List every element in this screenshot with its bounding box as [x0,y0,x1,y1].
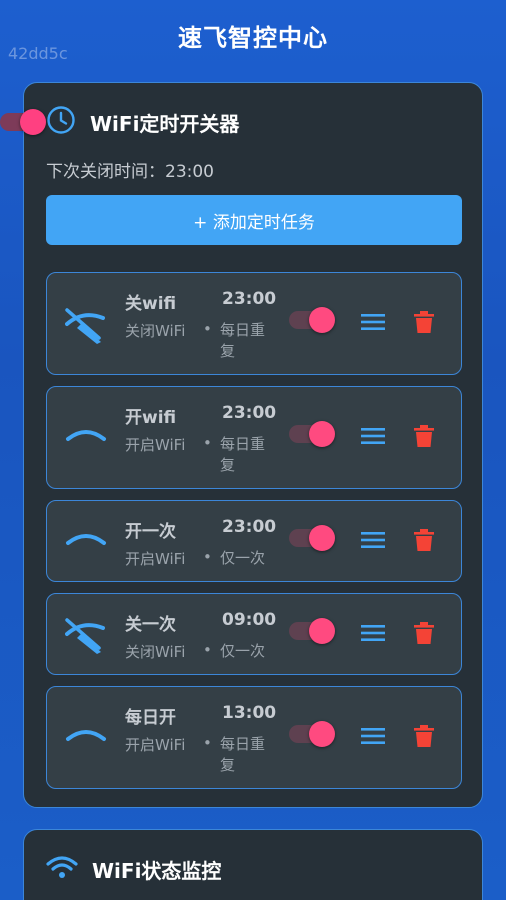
task-item[interactable]: 每日开 13:00 开启WiFi • 每日重复 [46,686,462,789]
monitor-card-title: WiFi状态监控 [92,858,222,883]
separator-dot: • [203,734,212,752]
task-enable-toggle[interactable] [289,721,335,747]
master-timer-toggle[interactable] [0,109,46,135]
wifi-on-icon [65,527,107,555]
drag-handle-icon[interactable] [361,531,385,553]
task-enable-toggle[interactable] [289,307,335,333]
task-repeat: 仅一次 [220,549,266,567]
drag-handle-icon[interactable] [361,313,385,335]
wifi-on-icon [65,423,107,451]
task-item[interactable]: 开wifi 23:00 开启WiFi • 每日重复 [46,386,462,489]
task-repeat: 每日重复 [220,321,266,360]
task-action: 开启WiFi [125,736,186,754]
wifi-icon [46,854,78,884]
separator-dot: • [203,548,212,566]
task-item[interactable]: 关wifi 23:00 关闭WiFi • 每日重复 [46,272,462,375]
separator-dot: • [203,641,212,659]
wifi-on-icon [65,723,107,751]
task-action: 关闭WiFi [125,643,186,661]
clock-icon [46,105,76,139]
monitor-card-header: WiFi状态监控 [46,854,221,884]
delete-icon[interactable] [414,311,434,337]
delete-icon[interactable] [414,529,434,555]
separator-dot: • [203,434,212,452]
task-repeat: 仅一次 [220,642,266,660]
task-item[interactable]: 关一次 09:00 关闭WiFi • 仅一次 [46,593,462,675]
task-time: 09:00 [222,610,277,630]
add-timer-task-button[interactable]: + 添加定时任务 [46,195,462,245]
delete-icon[interactable] [414,725,434,751]
task-name: 关一次 [125,615,176,635]
task-name: 开一次 [125,522,176,542]
wifi-off-icon [65,616,107,660]
watermark-text: 42dd5c [8,44,68,63]
task-repeat: 每日重复 [220,435,266,474]
task-time: 23:00 [222,289,277,309]
task-action: 开启WiFi [125,436,186,454]
task-name: 关wifi [125,294,177,314]
task-enable-toggle[interactable] [289,421,335,447]
drag-handle-icon[interactable] [361,427,385,449]
separator-dot: • [203,320,212,338]
task-action: 开启WiFi [125,550,186,568]
drag-handle-icon[interactable] [361,727,385,749]
wifi-timer-card: WiFi定时开关器 下次关闭时间：23:00 + 添加定时任务 关wifi 23… [0,82,483,808]
wifi-off-icon [65,306,107,350]
task-name: 每日开 [125,708,176,728]
timer-card-header: WiFi定时开关器 [46,105,239,139]
task-time: 23:00 [222,517,277,537]
next-close-label: 下次关闭时间： [46,162,165,182]
task-repeat: 每日重复 [220,735,266,774]
delete-icon[interactable] [414,622,434,648]
task-enable-toggle[interactable] [289,618,335,644]
delete-icon[interactable] [414,425,434,451]
task-time: 23:00 [222,403,277,423]
app-title: 速飞智控中心 [178,24,328,52]
task-enable-toggle[interactable] [289,525,335,551]
next-close-info: 下次关闭时间：23:00 [46,157,214,182]
wifi-monitor-card: WiFi状态监控 [23,829,483,900]
timer-card-title: WiFi定时开关器 [90,111,240,136]
task-name: 开wifi [125,408,177,428]
task-item[interactable]: 开一次 23:00 开启WiFi • 仅一次 [46,500,462,582]
task-time: 13:00 [222,703,277,723]
drag-handle-icon[interactable] [361,624,385,646]
next-close-time: 23:00 [165,162,214,182]
task-action: 关闭WiFi [125,322,186,340]
